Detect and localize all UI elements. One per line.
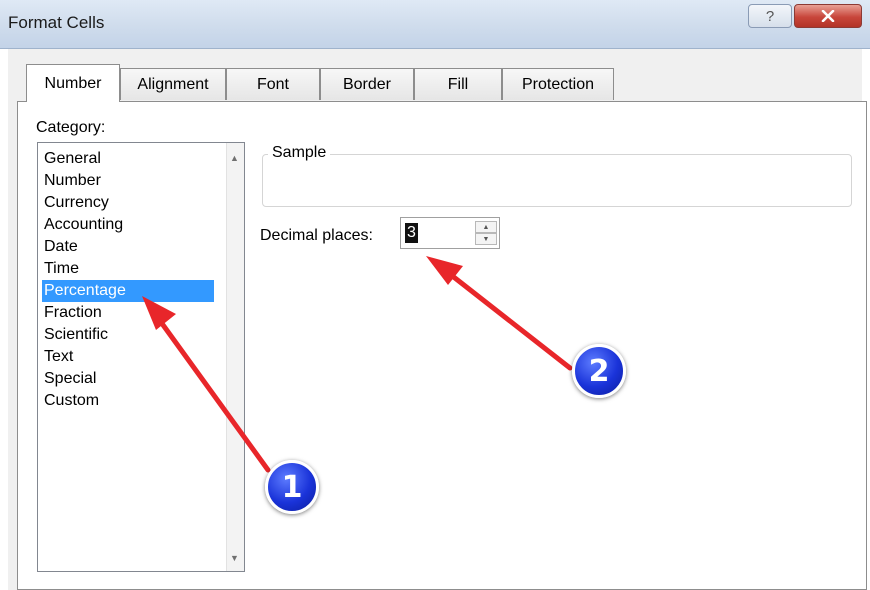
step-2-badge: 2	[572, 344, 626, 398]
tab-label: Number	[44, 74, 102, 92]
tab-font[interactable]: Font	[226, 68, 320, 100]
category-item-general[interactable]: General	[42, 148, 214, 170]
step-2-number: 2	[588, 353, 610, 389]
stepper-buttons: ▲ ▼	[475, 221, 497, 245]
category-item-time[interactable]: Time	[42, 258, 214, 280]
category-item-currency[interactable]: Currency	[42, 192, 214, 214]
scroll-up-arrow-icon[interactable]: ▲	[230, 153, 239, 163]
tab-label: Protection	[521, 75, 595, 93]
tab-protection[interactable]: Protection	[502, 68, 614, 100]
category-list[interactable]: General Number Currency Accounting Date …	[37, 142, 245, 572]
sample-group	[262, 154, 852, 207]
category-item-accounting[interactable]: Accounting	[42, 214, 214, 236]
tab-label: Alignment	[137, 75, 209, 93]
scroll-down-arrow-icon[interactable]: ▼	[230, 553, 239, 563]
step-1-number: 1	[281, 469, 303, 505]
category-item-special[interactable]: Special	[42, 368, 214, 390]
category-item-custom[interactable]: Custom	[42, 390, 214, 412]
tab-alignment[interactable]: Alignment	[120, 68, 226, 100]
close-button[interactable]	[794, 4, 862, 28]
decimal-places-input[interactable]: 3	[405, 223, 418, 243]
category-item-number[interactable]: Number	[42, 170, 214, 192]
decimal-places-stepper[interactable]: 3 ▲ ▼	[400, 217, 500, 249]
tab-number[interactable]: Number	[26, 64, 120, 102]
category-item-date[interactable]: Date	[42, 236, 214, 258]
tab-label: Border	[342, 75, 392, 93]
tab-label: Font	[256, 75, 289, 93]
title-bar: Format Cells ?	[0, 0, 870, 49]
sample-label: Sample	[268, 144, 331, 162]
category-item-fraction[interactable]: Fraction	[42, 302, 214, 324]
close-icon	[821, 10, 835, 22]
increment-arrow-icon[interactable]: ▲	[475, 221, 497, 233]
decimal-places-label: Decimal places:	[260, 227, 373, 244]
help-icon: ?	[765, 7, 775, 25]
category-label: Category:	[36, 119, 106, 136]
tab-label: Fill	[447, 75, 469, 93]
category-item-text[interactable]: Text	[42, 346, 214, 368]
category-scrollbar[interactable]: ▲ ▼	[226, 143, 244, 571]
window-title: Format Cells	[8, 13, 105, 32]
decrement-arrow-icon[interactable]: ▼	[475, 233, 497, 245]
tab-fill[interactable]: Fill	[414, 68, 502, 100]
step-1-badge: 1	[265, 460, 319, 514]
category-item-scientific[interactable]: Scientific	[42, 324, 214, 346]
tab-border[interactable]: Border	[320, 68, 414, 100]
help-button[interactable]: ?	[748, 4, 792, 28]
category-item-percentage[interactable]: Percentage	[42, 280, 214, 302]
